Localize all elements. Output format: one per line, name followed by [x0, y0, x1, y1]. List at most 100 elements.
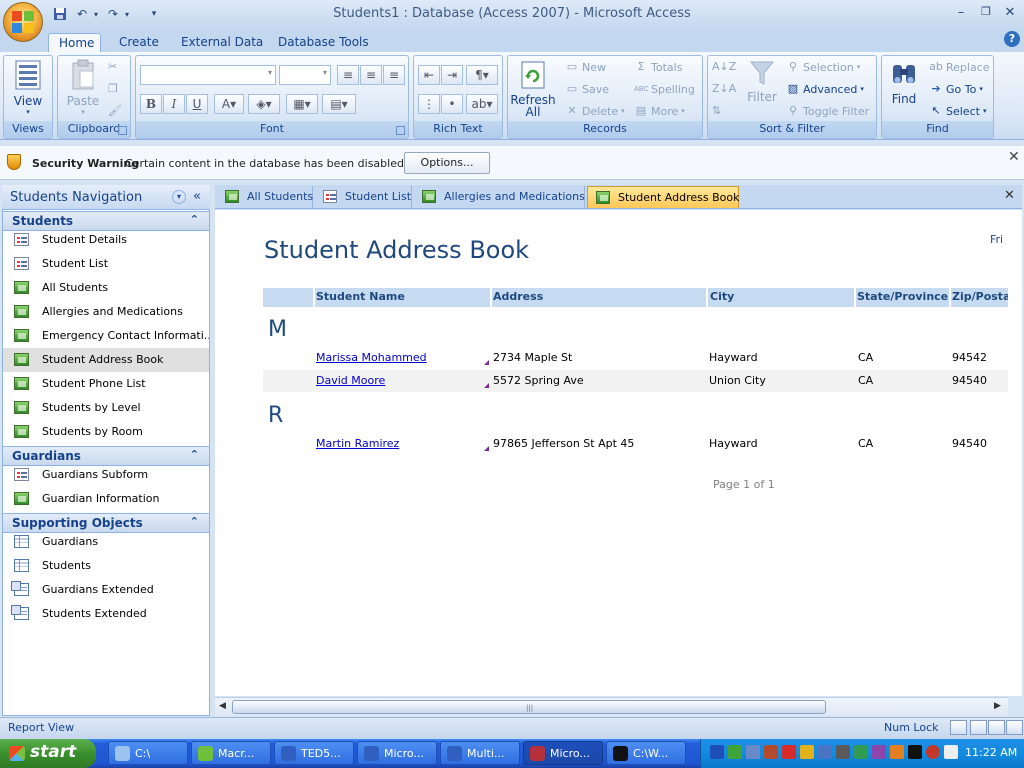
student-name-link[interactable]: Martin Ramirez — [316, 437, 399, 450]
taskbar-button[interactable]: C:\W... — [606, 741, 686, 765]
nav-item[interactable]: All Students — [3, 276, 209, 300]
align-right-icon[interactable]: ≡ — [383, 65, 405, 85]
tray-app-icon[interactable] — [728, 745, 742, 759]
office-button[interactable] — [3, 2, 43, 42]
cut-icon[interactable]: ✂ — [108, 60, 117, 73]
tab-home[interactable]: Home — [48, 33, 101, 52]
student-name-link[interactable]: Marissa Mohammed — [316, 351, 427, 364]
alternate-fill-icon[interactable]: ▤▾ — [322, 94, 356, 114]
print-preview-icon[interactable] — [970, 720, 987, 735]
tray-app-icon[interactable] — [764, 745, 778, 759]
taskbar-button[interactable]: Micro... — [357, 741, 437, 765]
view-button[interactable]: View ▾ — [4, 59, 52, 116]
nav-item[interactable]: Student Address Book — [3, 348, 209, 372]
close-button[interactable]: ✕ — [1000, 5, 1020, 23]
tray-app-icon[interactable] — [818, 745, 832, 759]
clipboard-launcher-icon[interactable] — [118, 126, 127, 135]
document-tab[interactable]: Allergies and Medications — [414, 186, 585, 208]
tray-app-icon[interactable] — [854, 745, 868, 759]
align-left-icon[interactable]: ≡ — [337, 65, 359, 85]
gridlines-icon[interactable]: ▦▾ — [286, 94, 318, 114]
collapse-chevron-icon[interactable]: ⌃ — [190, 213, 199, 226]
taskbar-button[interactable]: Micro... — [523, 741, 603, 765]
help-icon[interactable]: ? — [1004, 31, 1020, 47]
nav-menu-dropdown-icon[interactable]: ▾ — [172, 190, 186, 204]
tab-database-tools[interactable]: Database Tools — [268, 33, 379, 52]
tray-app-icon[interactable] — [800, 745, 814, 759]
tab-create[interactable]: Create — [109, 33, 169, 52]
tray-app-icon[interactable] — [782, 745, 796, 759]
nav-item[interactable]: Allergies and Medications — [3, 300, 209, 324]
nav-item[interactable]: Student Phone List — [3, 372, 209, 396]
tray-volume-icon[interactable] — [944, 745, 958, 759]
taskbar-button[interactable]: TED5... — [274, 741, 354, 765]
nav-item[interactable]: Guardian Information — [3, 487, 209, 511]
fill-color-icon[interactable]: ◈▾ — [248, 94, 280, 114]
nav-item[interactable]: Guardians Subform — [3, 463, 209, 487]
sort-descending-icon[interactable]: Z↓A — [712, 82, 736, 95]
document-tab[interactable]: Student List — [315, 186, 412, 208]
paste-button[interactable]: Paste ▾ — [60, 59, 106, 116]
increase-indent-icon[interactable]: ⇥ — [441, 65, 463, 85]
font-color-icon[interactable]: A▾ — [214, 94, 244, 114]
filter-button[interactable]: Filter — [744, 59, 780, 104]
decrease-indent-icon[interactable]: ⇤ — [418, 65, 440, 85]
minimize-button[interactable]: – — [951, 5, 971, 23]
new-record-button[interactable]: ▭ New — [565, 60, 606, 74]
nav-pane-title[interactable]: Students Navigation — [10, 190, 142, 205]
tray-app-icon[interactable] — [710, 745, 724, 759]
refresh-all-button[interactable]: Refresh All — [510, 59, 556, 118]
save-record-button[interactable]: ▭ Save — [565, 82, 609, 96]
copy-icon[interactable]: ❐ — [108, 82, 118, 95]
taskbar-button[interactable]: C:\ — [108, 741, 188, 765]
selection-button[interactable]: ⚲ Selection ▾ — [786, 60, 860, 74]
delete-record-button[interactable]: ✕ Delete ▾ — [565, 104, 624, 118]
close-document-icon[interactable]: ✕ — [1004, 188, 1015, 203]
restore-button[interactable]: ❐ — [976, 5, 996, 23]
tray-app-icon[interactable] — [872, 745, 886, 759]
nav-item[interactable]: Students by Level — [3, 396, 209, 420]
tab-external-data[interactable]: External Data — [171, 33, 273, 52]
student-name-link[interactable]: David Moore — [316, 374, 385, 387]
nav-item[interactable]: Emergency Contact Informati... — [3, 324, 209, 348]
replace-button[interactable]: ab Replace — [929, 60, 989, 74]
bullets-icon[interactable]: • — [441, 94, 463, 114]
document-tab[interactable]: All Students — [217, 186, 313, 208]
tray-app-icon[interactable] — [746, 745, 760, 759]
select-button[interactable]: ↖ Select ▾ — [929, 104, 986, 118]
nav-item[interactable]: Students by Room — [3, 420, 209, 444]
find-button[interactable]: Find — [884, 59, 924, 106]
nav-item[interactable]: Student List — [3, 252, 209, 276]
advanced-filter-button[interactable]: ▨ Advanced ▾ — [786, 82, 864, 96]
tray-app-icon[interactable] — [836, 745, 850, 759]
tray-alert-icon[interactable] — [926, 745, 940, 759]
underline-icon[interactable]: U — [186, 94, 208, 114]
nav-item[interactable]: Guardians — [3, 530, 209, 554]
options-button[interactable]: Options... — [404, 152, 490, 174]
report-view-icon[interactable] — [950, 720, 967, 735]
goto-button[interactable]: ➔ Go To ▾ — [929, 82, 982, 96]
tray-app-icon[interactable] — [908, 745, 922, 759]
italic-icon[interactable]: I — [163, 94, 185, 114]
shutter-bar-close-icon[interactable]: « — [193, 189, 201, 204]
spelling-button[interactable]: ABC Spelling — [634, 82, 695, 96]
totals-button[interactable]: Σ Totals — [634, 60, 683, 74]
align-center-icon[interactable]: ≡ — [360, 65, 382, 85]
highlight-icon[interactable]: ab▾ — [466, 94, 498, 114]
scroll-right-icon[interactable]: ▶ — [994, 701, 1001, 711]
more-button[interactable]: ▤ More ▾ — [634, 104, 685, 118]
design-view-icon[interactable] — [1006, 720, 1023, 735]
document-tab[interactable]: Student Address Book — [587, 186, 739, 208]
font-name-select[interactable]: ▾ — [140, 65, 276, 85]
taskbar-button[interactable]: Multi... — [440, 741, 520, 765]
close-warning-icon[interactable]: ✕ — [1008, 149, 1020, 165]
format-painter-icon[interactable]: 🖌 — [108, 104, 122, 117]
nav-item[interactable]: Student Details — [3, 228, 209, 252]
scroll-left-icon[interactable]: ◀ — [219, 701, 226, 711]
layout-view-icon[interactable] — [988, 720, 1005, 735]
sort-ascending-icon[interactable]: A↓Z — [712, 60, 736, 73]
font-launcher-icon[interactable] — [396, 126, 405, 135]
tray-app-icon[interactable] — [890, 745, 904, 759]
font-size-select[interactable]: ▾ — [279, 65, 331, 85]
numbering-icon[interactable]: ⋮ — [418, 94, 440, 114]
